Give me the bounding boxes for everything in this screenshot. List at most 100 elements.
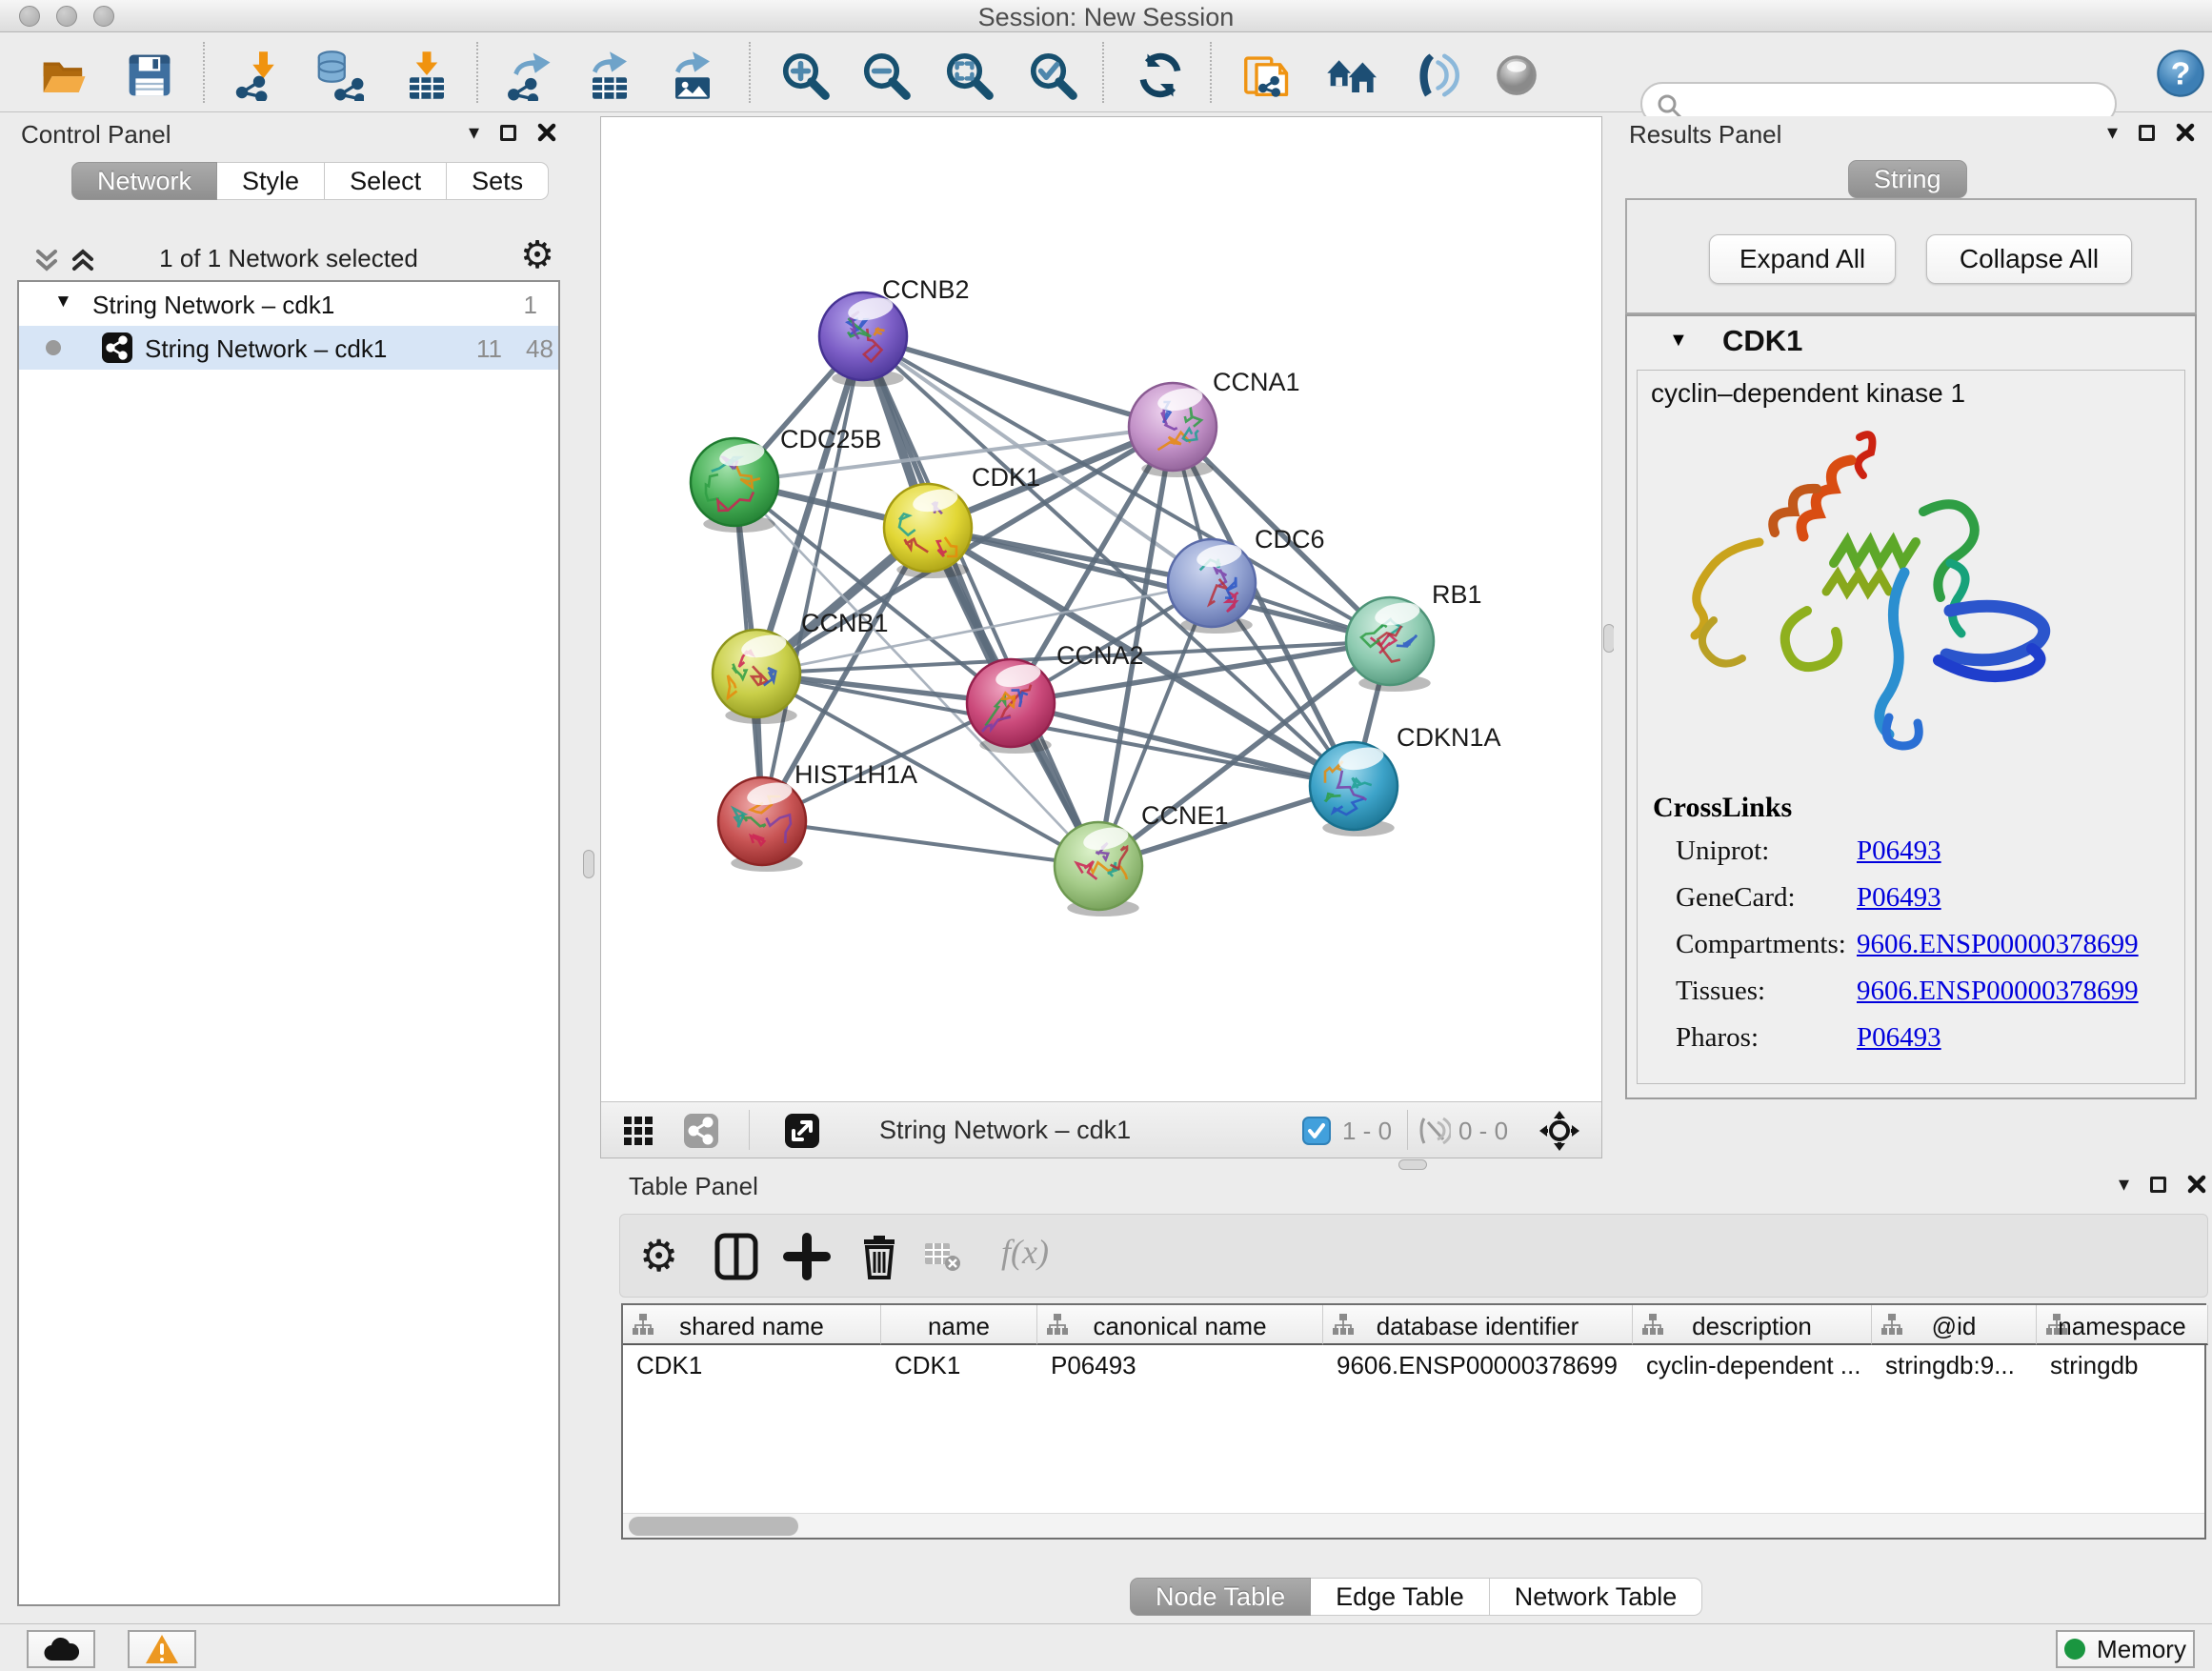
delete-table-icon[interactable] [923, 1239, 961, 1274]
tab-network-table[interactable]: Network Table [1490, 1578, 1703, 1616]
column-header-canonical-name[interactable]: canonical name [1037, 1305, 1323, 1345]
copy-documents-icon[interactable] [1239, 50, 1291, 101]
column-header-name[interactable]: name [881, 1305, 1037, 1345]
export-table-icon[interactable] [584, 50, 635, 101]
collection-expander-icon[interactable]: ▼ [54, 292, 72, 312]
import-network-from-database-icon[interactable] [312, 50, 364, 101]
column-header-namespace[interactable]: namespace [2037, 1305, 2208, 1345]
vertical-splitter-handle[interactable] [583, 850, 594, 878]
birdseye-view-icon[interactable] [784, 1113, 820, 1149]
zoom-selected-icon[interactable] [1027, 50, 1078, 101]
network-node-hist1h1a[interactable]: HIST1H1A [718, 760, 917, 872]
tab-edge-table[interactable]: Edge Table [1311, 1578, 1490, 1616]
tab-network[interactable]: Network [71, 162, 217, 200]
warnings-button[interactable] [128, 1630, 196, 1668]
panel-close-icon[interactable] [2176, 123, 2195, 142]
help-icon[interactable]: ? [2155, 48, 2206, 99]
memory-button[interactable]: Memory [2056, 1630, 2195, 1668]
panel-close-icon[interactable] [537, 123, 556, 142]
svg-text:?: ? [2171, 55, 2191, 91]
tab-node-table[interactable]: Node Table [1130, 1578, 1311, 1616]
hide-graphics-icon[interactable] [1408, 50, 1459, 101]
network-view-share-icon[interactable] [683, 1113, 719, 1149]
zoom-in-icon[interactable] [779, 50, 831, 101]
crosslink-row: Compartments:9606.ENSP00000378699 [1676, 929, 2171, 967]
table-options-gear-icon[interactable]: ⚙ [639, 1234, 678, 1278]
network-canvas[interactable]: CCNB2CCNA1CDC25BCDK1CDC6RB1CCNB1CCNA2CDK… [601, 117, 1601, 1101]
panel-float-icon[interactable] [2139, 125, 2155, 141]
search-input[interactable] [1692, 88, 2101, 120]
table-cell[interactable]: stringdb [2037, 1347, 2208, 1383]
selected-checkbox-icon[interactable] [1302, 1117, 1331, 1145]
entry-header[interactable]: ▼ CDK1 [1627, 316, 2195, 364]
panel-menu-icon[interactable]: ▾ [2119, 1174, 2129, 1195]
sphere-icon[interactable] [1491, 50, 1542, 101]
crosslink-link[interactable]: P06493 [1857, 882, 1941, 914]
import-table-icon[interactable] [401, 50, 452, 101]
node-label: CDKN1A [1397, 723, 1501, 752]
table-cell[interactable]: 9606.ENSP00000378699 [1323, 1347, 1633, 1383]
table-cell[interactable]: CDK1 [881, 1347, 1037, 1383]
network-node-cdkn1a[interactable]: CDKN1A [1310, 723, 1501, 836]
network-options-gear-icon[interactable]: ⚙ [520, 236, 554, 274]
network-node-ccnb2[interactable]: CCNB2 [819, 275, 970, 387]
column-header--id[interactable]: @id [1872, 1305, 2037, 1345]
zoom-out-icon[interactable] [860, 50, 912, 101]
open-session-icon[interactable] [38, 50, 90, 101]
grid-view-icon[interactable] [622, 1115, 654, 1147]
tab-string[interactable]: String [1848, 160, 1967, 198]
control-panel-title: Control Panel [21, 120, 171, 150]
network-edge[interactable] [762, 336, 863, 821]
houses-icon[interactable] [1325, 50, 1377, 101]
network-row[interactable]: String Network – cdk1 11 48 [19, 326, 558, 370]
tab-style[interactable]: Style [217, 162, 325, 200]
column-header-shared-name[interactable]: shared name [623, 1305, 881, 1345]
crosslink-link[interactable]: P06493 [1857, 1022, 1941, 1054]
tab-sets[interactable]: Sets [447, 162, 549, 200]
fit-content-crosshair-icon[interactable] [1538, 1110, 1580, 1152]
column-header-description[interactable]: description [1633, 1305, 1872, 1345]
network-node-ccna1[interactable]: CCNA1 [1129, 368, 1300, 477]
network-node-count: 11 [476, 334, 502, 364]
panel-float-icon[interactable] [500, 125, 516, 141]
table-cell[interactable]: stringdb:9... [1872, 1347, 2037, 1383]
panel-menu-icon[interactable]: ▾ [2107, 122, 2118, 143]
toolbar-separator [749, 42, 751, 103]
expand-all-button[interactable]: Expand All [1709, 234, 1896, 284]
network-node-ccne1[interactable]: CCNE1 [1055, 801, 1229, 916]
crosslink-link[interactable]: P06493 [1857, 836, 1941, 867]
collapse-all-button[interactable]: Collapse All [1926, 234, 2132, 284]
table-cell[interactable]: CDK1 [623, 1347, 881, 1383]
network-node-rb1[interactable]: RB1 [1346, 580, 1482, 692]
network-view: CCNB2CCNA1CDC25BCDK1CDC6RB1CCNB1CCNA2CDK… [600, 116, 1602, 1158]
panel-close-icon[interactable] [2187, 1175, 2206, 1194]
network-node-cdc25b[interactable]: CDC25B [691, 425, 882, 533]
table-cell[interactable]: cyclin-dependent ... [1633, 1347, 1872, 1383]
cloud-status-button[interactable] [27, 1630, 95, 1668]
network-collection-row[interactable]: ▼ String Network – cdk1 1 [19, 282, 558, 326]
network-edge[interactable] [863, 336, 1173, 427]
add-column-icon[interactable] [782, 1232, 832, 1281]
column-header-database-identifier[interactable]: database identifier [1323, 1305, 1633, 1345]
panel-menu-icon[interactable]: ▾ [469, 122, 479, 143]
scrollbar-thumb[interactable] [629, 1517, 798, 1536]
horizontal-splitter-handle[interactable] [1398, 1159, 1427, 1170]
crosslink-link[interactable]: 9606.ENSP00000378699 [1857, 976, 2139, 1007]
tab-select[interactable]: Select [325, 162, 447, 200]
panel-float-icon[interactable] [2150, 1177, 2166, 1193]
entry-expander-icon[interactable]: ▼ [1669, 330, 1688, 352]
save-session-icon[interactable] [124, 50, 175, 101]
import-network-icon[interactable] [233, 50, 285, 101]
crosslink-link[interactable]: 9606.ENSP00000378699 [1857, 929, 2139, 960]
export-image-icon[interactable] [667, 50, 718, 101]
column-header-label: @id [1872, 1312, 2036, 1341]
network-edge[interactable] [762, 821, 1098, 866]
table-horizontal-scrollbar[interactable] [623, 1513, 2204, 1538]
show-columns-icon[interactable] [712, 1232, 761, 1281]
delete-column-icon[interactable] [855, 1232, 904, 1281]
table-cell[interactable]: P06493 [1037, 1347, 1323, 1383]
export-network-icon[interactable] [503, 50, 554, 101]
refresh-icon[interactable] [1135, 50, 1186, 101]
zoom-fit-icon[interactable] [943, 50, 995, 101]
function-builder-icon[interactable]: f(x) [1001, 1232, 1049, 1272]
